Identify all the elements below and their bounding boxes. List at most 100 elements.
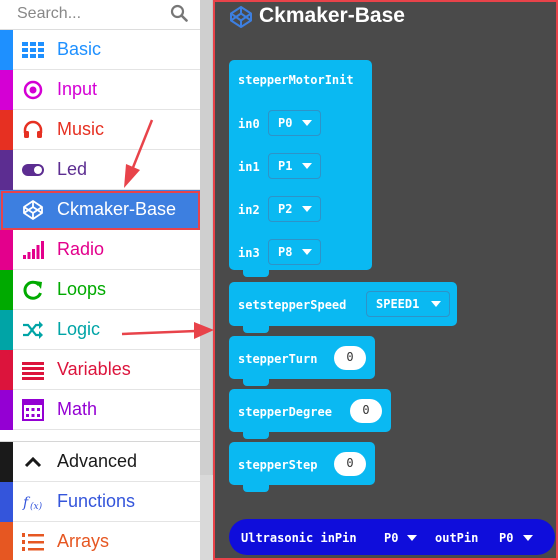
search-box — [0, 0, 200, 30]
dropdown-caret-icon — [302, 163, 312, 169]
category-color-bar — [0, 350, 13, 390]
out-pin-dropdown[interactable]: P0 — [499, 531, 513, 545]
numbered-list-icon — [22, 533, 44, 551]
block-label: outPin — [435, 531, 479, 545]
pin-dropdown-in0[interactable]: P0 — [268, 110, 321, 136]
dropdown-caret-icon — [431, 301, 441, 307]
dropdown-caret-icon — [302, 120, 312, 126]
category-label: Arrays — [57, 531, 110, 551]
ultrasonic-block[interactable]: Ultrasonic inPin P0 outPin P0 — [229, 519, 555, 555]
category-color-bar — [0, 310, 13, 350]
category-functions[interactable]: f (x) Functions — [0, 482, 200, 522]
dropdown-caret-icon — [302, 206, 312, 212]
category-radio[interactable]: Radio — [0, 230, 200, 270]
category-label: Basic — [57, 39, 102, 59]
field-label: in0 — [238, 117, 260, 131]
category-label: Ckmaker-Base — [57, 199, 177, 219]
dropdown-value: P0 — [278, 116, 293, 130]
toggle-icon — [22, 164, 44, 176]
dropdown-value: P2 — [278, 202, 293, 216]
shuffle-icon — [23, 321, 43, 339]
grid-icon — [22, 42, 44, 58]
headphones-icon — [23, 120, 43, 138]
degree-number-input[interactable]: 0 — [350, 399, 382, 423]
category-basic[interactable]: Basic — [0, 30, 200, 70]
turn-number-input[interactable]: 0 — [334, 346, 366, 370]
block-notch — [243, 379, 269, 386]
category-color-bar — [0, 522, 13, 560]
calculator-icon — [22, 399, 44, 421]
field-label: in2 — [238, 203, 260, 217]
category-advanced[interactable]: Advanced — [0, 442, 200, 482]
category-loops[interactable]: Loops — [0, 270, 200, 310]
category-label: Logic — [57, 319, 101, 339]
pin-dropdown-in1[interactable]: P1 — [268, 153, 321, 179]
toolbox-divider — [0, 430, 200, 442]
speed-dropdown[interactable]: SPEED1 — [366, 291, 450, 317]
category-led[interactable]: Led — [0, 150, 200, 190]
category-music[interactable]: Music — [0, 110, 200, 150]
refresh-icon — [23, 280, 42, 300]
category-color-bar — [0, 30, 13, 70]
category-logic[interactable]: Logic — [0, 310, 200, 350]
category-label: Input — [57, 79, 98, 99]
category-label: Variables — [57, 359, 131, 379]
category-color-bar — [0, 150, 13, 190]
category-color-bar — [0, 230, 13, 270]
category-input[interactable]: Input — [0, 70, 200, 110]
category-label: Loops — [57, 279, 107, 299]
category-color-bar — [0, 270, 13, 310]
block-label: stepperDegree — [238, 405, 332, 419]
pin-dropdown-in3[interactable]: P8 — [268, 239, 321, 265]
list-lines-icon — [22, 362, 44, 380]
function-icon: f (x) — [22, 495, 43, 512]
number-value: 0 — [362, 403, 370, 417]
dropdown-value: SPEED1 — [376, 297, 420, 311]
category-color-bar — [0, 110, 13, 150]
search-icon[interactable] — [170, 4, 188, 22]
codepen-icon — [230, 6, 252, 28]
block-label: Ultrasonic inPin — [241, 531, 357, 545]
number-value: 0 — [346, 350, 354, 364]
category-color-bar — [0, 442, 13, 482]
block-notch — [243, 326, 269, 333]
step-number-input[interactable]: 0 — [334, 452, 366, 476]
category-label: Music — [57, 119, 105, 139]
dropdown-value: P1 — [278, 159, 293, 173]
dropdown-caret-icon — [302, 249, 312, 255]
block-label: stepperStep — [238, 458, 318, 472]
dropdown-value: P8 — [278, 245, 293, 259]
field-label: in3 — [238, 246, 260, 260]
category-label: Advanced — [57, 451, 138, 471]
category-math[interactable]: Math — [0, 390, 200, 430]
category-label: Functions — [57, 491, 136, 511]
category-label: Led — [57, 159, 88, 179]
field-label: in1 — [238, 160, 260, 174]
toolbox-scrollbar[interactable] — [200, 0, 213, 475]
category-color-bar — [0, 482, 13, 522]
number-value: 0 — [346, 456, 354, 470]
category-arrays[interactable]: Arrays — [0, 522, 200, 560]
block-notch — [243, 432, 269, 439]
block-label: stepperMotorInit — [238, 73, 354, 87]
in-pin-dropdown[interactable]: P0 — [384, 531, 398, 545]
pin-dropdown-in2[interactable]: P2 — [268, 196, 321, 222]
block-label: setstepperSpeed — [238, 298, 347, 312]
category-color-bar — [0, 70, 13, 110]
category-ckmaker-base[interactable]: Ckmaker-Base — [0, 190, 200, 230]
block-notch — [243, 485, 269, 492]
codepen-icon — [23, 200, 43, 220]
category-label: Radio — [57, 239, 105, 259]
category-variables[interactable]: Variables — [0, 350, 200, 390]
signal-bars-icon — [23, 241, 44, 259]
svg-text:(x): (x) — [30, 501, 43, 512]
dropdown-caret-icon — [523, 535, 533, 541]
toolbox: Basic Input Music Led — [0, 0, 200, 560]
block-notch — [243, 270, 269, 277]
category-label: Math — [57, 399, 98, 419]
target-icon — [23, 80, 43, 100]
chevron-up-icon — [24, 456, 42, 468]
category-color-bar — [0, 390, 13, 430]
category-color-bar — [0, 190, 13, 230]
block-label: stepperTurn — [238, 352, 318, 366]
